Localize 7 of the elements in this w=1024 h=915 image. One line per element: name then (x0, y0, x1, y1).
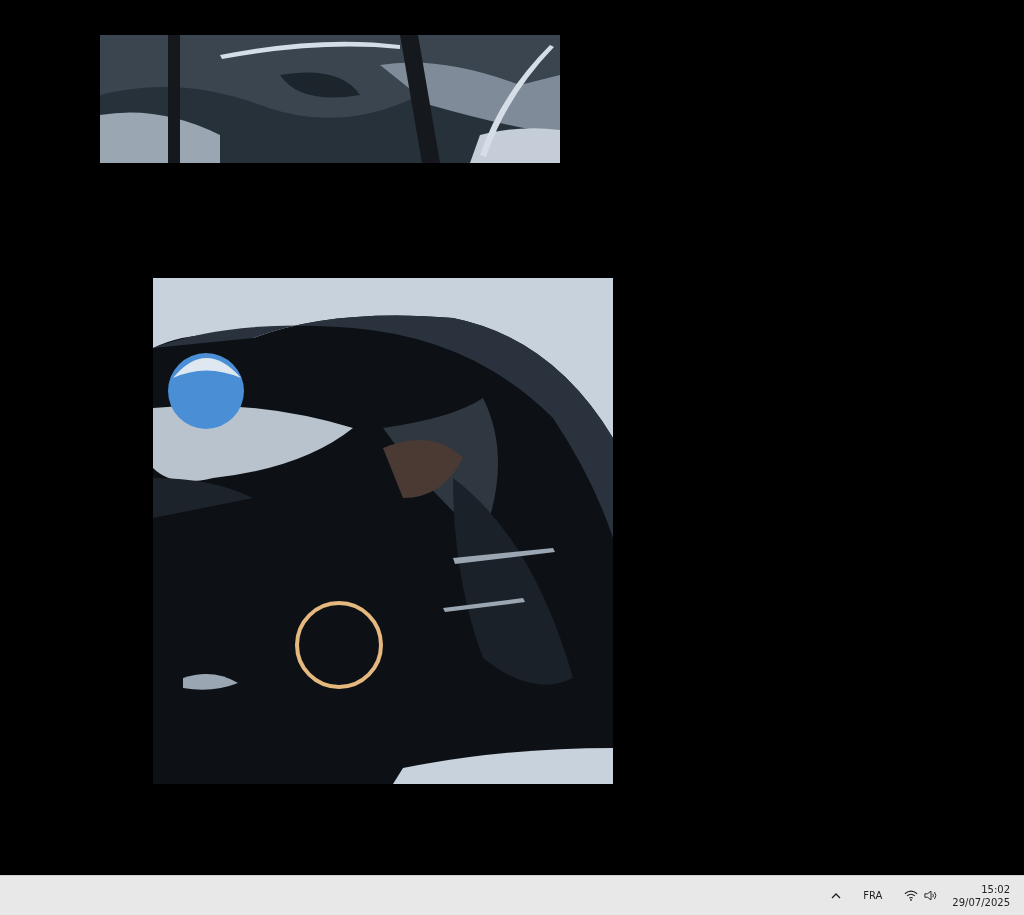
speaker-icon[interactable] (924, 890, 939, 901)
language-indicator[interactable]: FRA (863, 890, 883, 901)
clock-date[interactable]: 29/07/2025 (952, 895, 1010, 909)
wifi-icon[interactable] (904, 890, 919, 901)
chevron-up-icon[interactable] (831, 892, 842, 899)
ring-marker[interactable] (295, 601, 383, 689)
clock-time[interactable]: 15:02 (981, 882, 1010, 896)
